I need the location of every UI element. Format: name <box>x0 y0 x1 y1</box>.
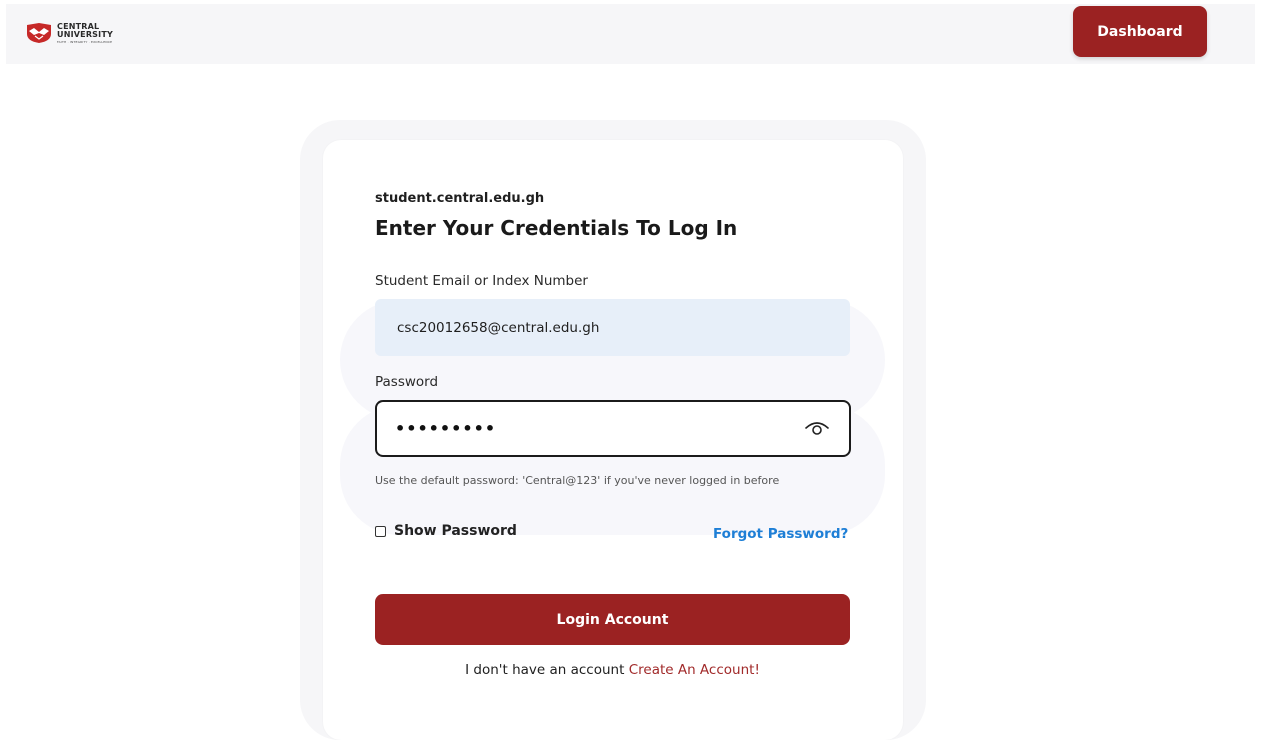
dashboard-button[interactable]: Dashboard <box>1073 6 1207 57</box>
password-hint: Use the default password: 'Central@123' … <box>375 474 780 487</box>
login-button[interactable]: Login Account <box>375 594 850 645</box>
password-field[interactable] <box>377 402 777 455</box>
eye-icon[interactable] <box>804 418 830 438</box>
email-field[interactable] <box>375 299 850 356</box>
logo-name-line2: UNIVERSITY <box>57 29 113 39</box>
password-field-wrapper <box>375 400 851 457</box>
show-password-toggle[interactable]: Show Password <box>375 523 517 539</box>
site-domain: student.central.edu.gh <box>375 191 545 206</box>
show-password-label: Show Password <box>394 523 517 539</box>
email-label: Student Email or Index Number <box>375 273 588 289</box>
forgot-password-link[interactable]: Forgot Password? <box>713 526 848 542</box>
top-bar: CENTRAL UNIVERSITY FAITH · INTEGRITY · E… <box>6 4 1255 64</box>
password-label: Password <box>375 374 439 390</box>
signup-prefix: I don't have an account <box>465 662 625 678</box>
show-password-checkbox[interactable] <box>375 525 386 537</box>
university-crest-icon <box>27 23 51 43</box>
page-title: Enter Your Credentials To Log In <box>375 216 738 240</box>
logo-motto: FAITH · INTEGRITY · EXCELLENCE <box>57 39 113 44</box>
signup-prompt: I don't have an account Create An Accoun… <box>375 662 850 678</box>
logo-text: CENTRAL UNIVERSITY FAITH · INTEGRITY · E… <box>57 22 113 44</box>
university-logo[interactable]: CENTRAL UNIVERSITY FAITH · INTEGRITY · E… <box>26 18 113 48</box>
create-account-link[interactable]: Create An Account! <box>629 662 760 678</box>
